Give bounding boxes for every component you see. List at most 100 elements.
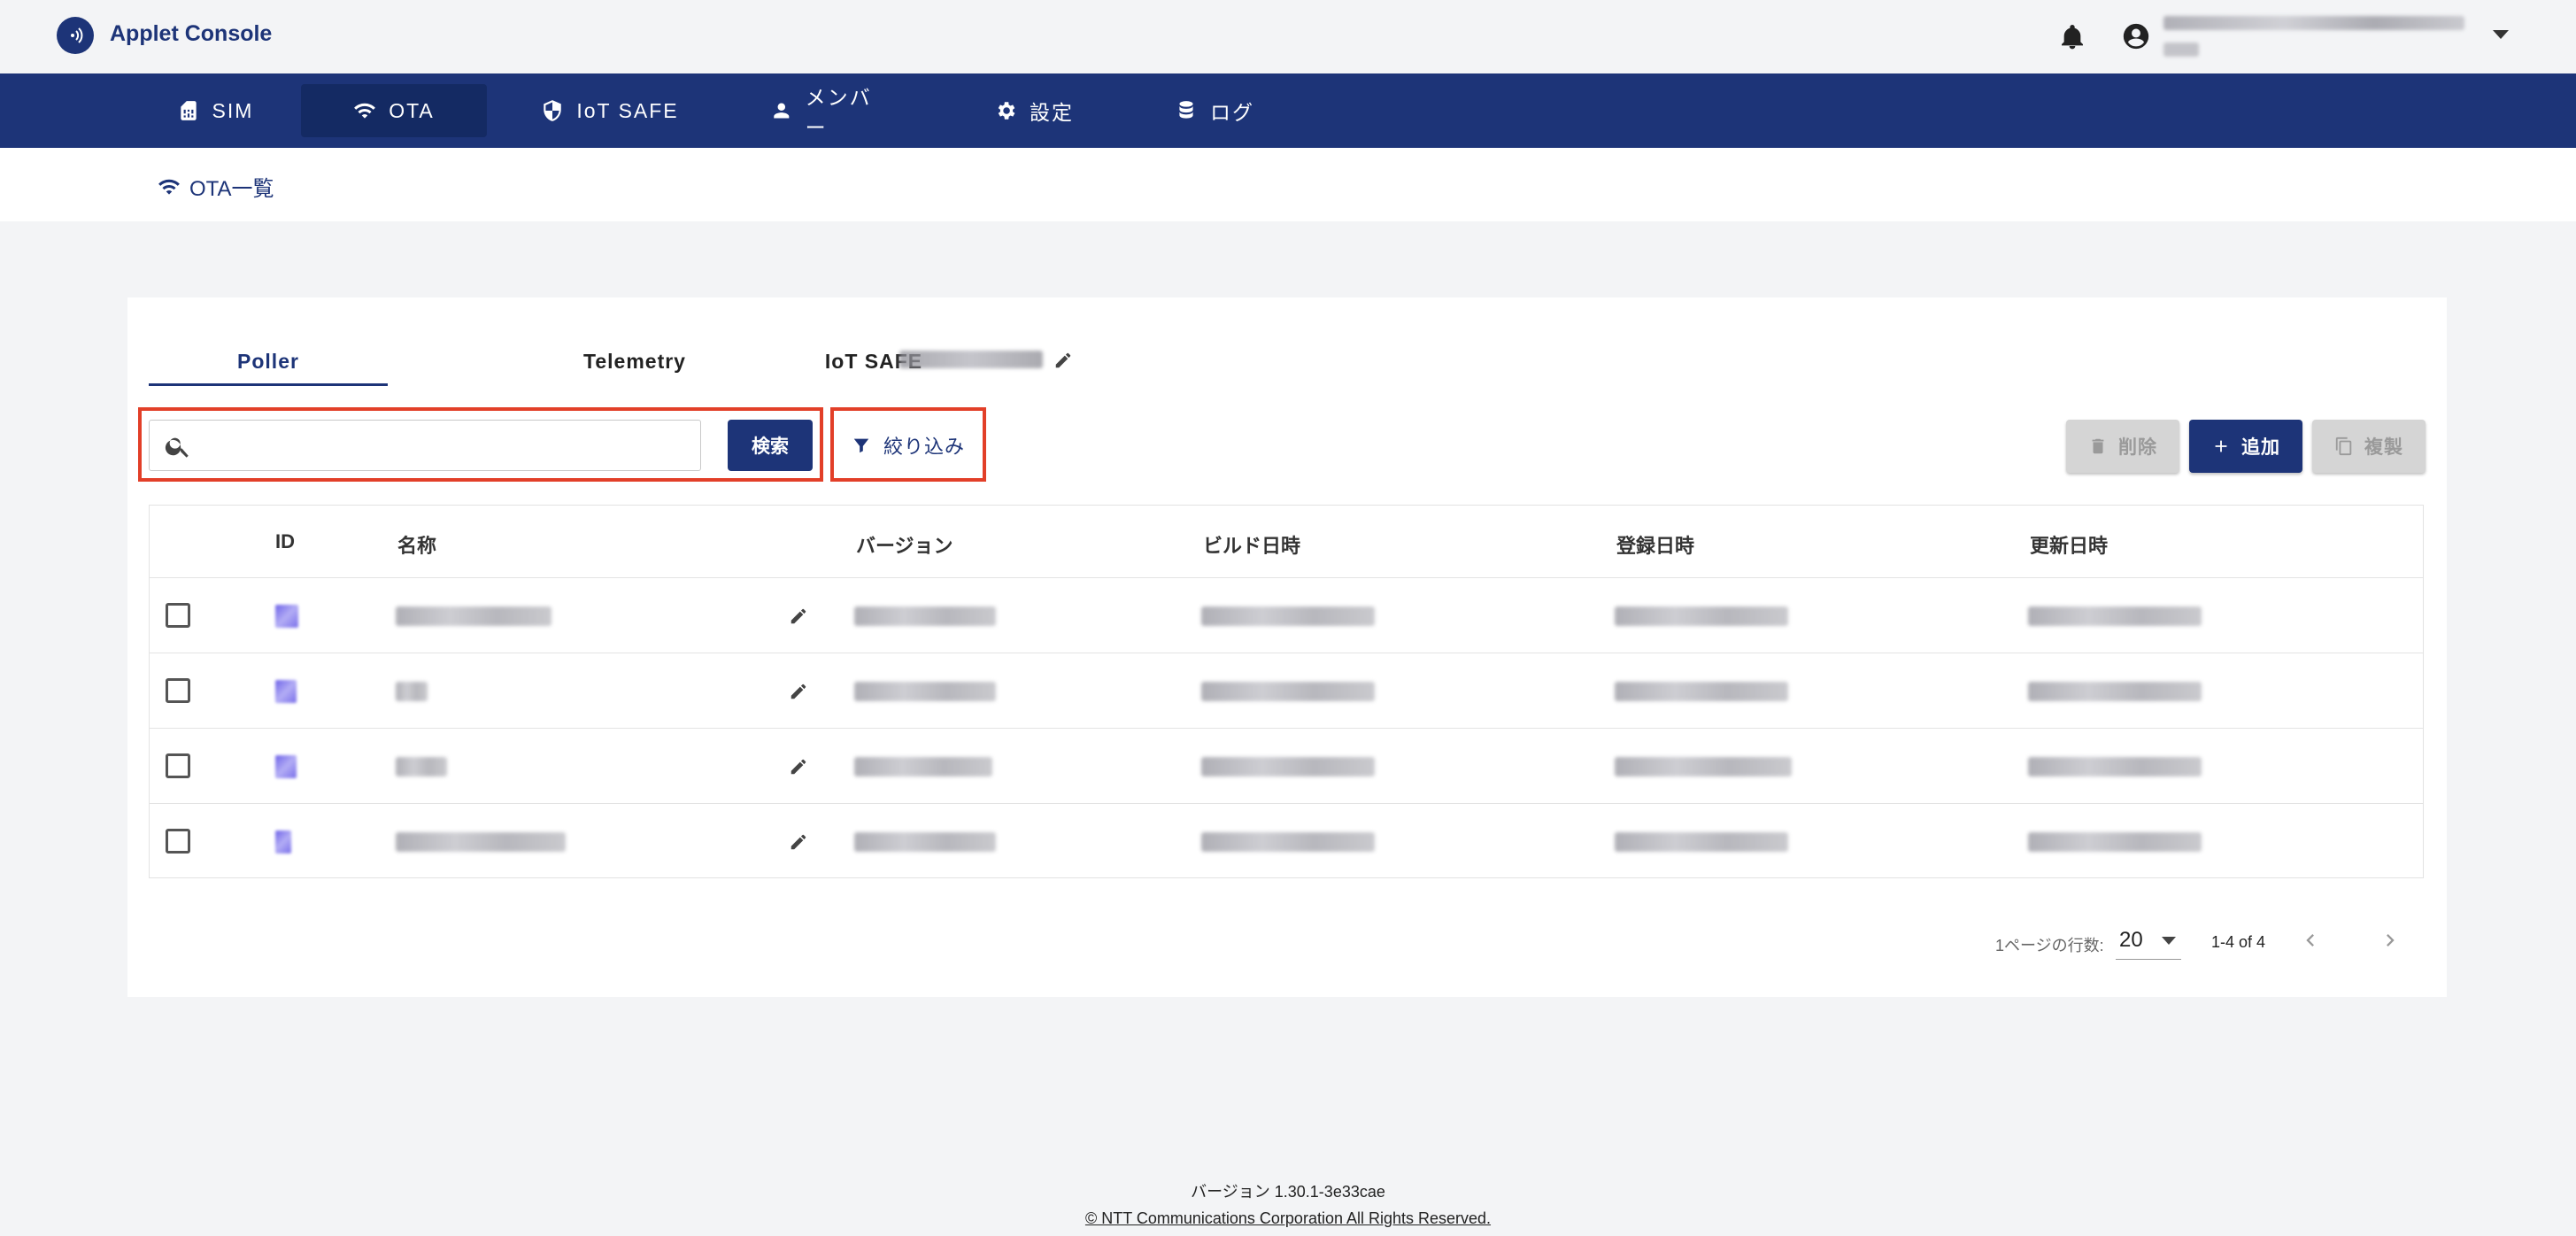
row-updated-date-redacted bbox=[2028, 606, 2202, 626]
row-checkbox[interactable] bbox=[166, 829, 190, 854]
nav-item-logs[interactable]: ログ bbox=[1170, 84, 1259, 137]
next-page-icon[interactable] bbox=[2378, 928, 2402, 953]
rows-per-page-select[interactable]: 20 bbox=[2116, 921, 2181, 960]
gear-icon bbox=[998, 102, 1015, 120]
row-checkbox[interactable] bbox=[166, 678, 190, 703]
row-version-redacted bbox=[854, 832, 996, 852]
search-button[interactable]: 検索 bbox=[728, 420, 813, 471]
table-row[interactable] bbox=[150, 729, 2423, 804]
row-updated-date-redacted bbox=[2028, 757, 2202, 776]
add-button[interactable]: 追加 bbox=[2189, 420, 2302, 473]
nav-item-ota[interactable]: OTA bbox=[301, 84, 487, 137]
search-icon bbox=[165, 437, 189, 458]
column-header-updated-date[interactable]: 更新日時 bbox=[2030, 530, 2108, 559]
copy-button-label: 複製 bbox=[2364, 437, 2403, 458]
column-header-registered-date[interactable]: 登録日時 bbox=[1616, 530, 1694, 559]
ota-table: ID 名称 バージョン ビルド日時 登録日時 更新日時 bbox=[149, 505, 2424, 878]
column-header-name[interactable]: 名称 bbox=[397, 530, 436, 559]
account-circle-icon[interactable] bbox=[2121, 21, 2151, 51]
user-name-redacted[interactable] bbox=[2163, 16, 2464, 30]
rows-per-page-value: 20 bbox=[2119, 928, 2143, 952]
nav-label-iot-safe: IoT SAFE bbox=[576, 98, 679, 122]
edit-pencil-icon[interactable] bbox=[789, 757, 808, 776]
filter-funnel-icon bbox=[853, 438, 869, 453]
row-registered-date-redacted bbox=[1615, 757, 1792, 776]
database-icon bbox=[1179, 101, 1193, 119]
row-id-redacted[interactable] bbox=[275, 680, 297, 703]
nav-label-settings: 設定 bbox=[1030, 101, 1074, 124]
row-checkbox[interactable] bbox=[166, 753, 190, 778]
active-tab-indicator bbox=[149, 383, 388, 386]
footer-copyright-link[interactable]: © NTT Communications Corporation All Rig… bbox=[0, 1209, 2576, 1228]
row-build-date-redacted bbox=[1201, 832, 1375, 852]
row-updated-date-redacted bbox=[2028, 832, 2202, 852]
add-button-label: 追加 bbox=[2241, 437, 2280, 458]
breadcrumb-bar: OTA一覧 bbox=[0, 148, 2576, 221]
column-header-id[interactable]: ID bbox=[275, 530, 295, 553]
previous-page-icon[interactable] bbox=[2298, 928, 2323, 953]
row-name-redacted bbox=[396, 832, 566, 852]
row-registered-date-redacted bbox=[1615, 832, 1788, 852]
table-row[interactable] bbox=[150, 653, 2423, 729]
notification-bell-icon[interactable] bbox=[2058, 21, 2086, 53]
main-nav: SIM OTA IoT SAFE メンバー 設定 ログ bbox=[0, 73, 2576, 148]
footer-version: バージョン 1.30.1-3e33cae bbox=[1191, 1183, 1385, 1201]
plus-icon bbox=[2215, 440, 2227, 452]
applet-logo-icon[interactable] bbox=[57, 17, 94, 54]
row-id-redacted[interactable] bbox=[275, 830, 291, 854]
breadcrumb[interactable]: OTA一覧 bbox=[158, 171, 274, 202]
row-checkbox[interactable] bbox=[166, 603, 190, 628]
row-name-redacted bbox=[396, 682, 428, 701]
filter-button-label: 絞り込み bbox=[883, 436, 965, 458]
row-id-redacted[interactable] bbox=[275, 605, 298, 628]
row-build-date-redacted bbox=[1201, 606, 1375, 626]
nav-label-ota: OTA bbox=[389, 98, 435, 122]
edit-pencil-icon[interactable] bbox=[789, 606, 808, 626]
tab-poller[interactable]: Poller bbox=[149, 340, 388, 382]
edit-pencil-icon[interactable] bbox=[1053, 351, 1073, 370]
search-input[interactable] bbox=[203, 426, 690, 465]
tab-custom-redacted[interactable] bbox=[899, 351, 1043, 368]
row-version-redacted bbox=[854, 757, 992, 776]
column-header-build-date[interactable]: ビルド日時 bbox=[1203, 530, 1300, 559]
shield-icon bbox=[544, 100, 562, 121]
account-menu-caret-icon[interactable] bbox=[2493, 30, 2509, 39]
trash-icon bbox=[2092, 438, 2104, 454]
row-name-redacted bbox=[396, 757, 447, 776]
edit-pencil-icon[interactable] bbox=[789, 832, 808, 852]
app-title[interactable]: Applet Console bbox=[110, 21, 272, 47]
table-header: ID 名称 バージョン ビルド日時 登録日時 更新日時 bbox=[150, 506, 2423, 578]
filter-button[interactable]: 絞り込み bbox=[841, 420, 976, 471]
search-field[interactable] bbox=[149, 420, 701, 471]
top-header: Applet Console bbox=[0, 0, 2576, 73]
row-registered-date-redacted bbox=[1615, 682, 1788, 701]
nav-label-sim: SIM bbox=[212, 98, 254, 122]
nav-item-members[interactable]: メンバー bbox=[770, 84, 892, 139]
row-updated-date-redacted bbox=[2028, 682, 2202, 701]
delete-button[interactable]: 削除 bbox=[2066, 420, 2179, 473]
tab-telemetry[interactable]: Telemetry bbox=[508, 340, 761, 382]
nav-item-settings[interactable]: 設定 bbox=[990, 84, 1078, 137]
nav-item-iot-safe[interactable]: IoT SAFE bbox=[536, 84, 683, 137]
nav-item-sim[interactable]: SIM bbox=[166, 84, 264, 137]
copy-icon bbox=[2335, 436, 2352, 456]
row-id-redacted[interactable] bbox=[275, 755, 297, 778]
nav-label-logs: ログ bbox=[1210, 101, 1254, 124]
table-row[interactable] bbox=[150, 804, 2423, 879]
copy-button[interactable]: 複製 bbox=[2312, 420, 2426, 473]
column-header-version[interactable]: バージョン bbox=[856, 530, 953, 559]
row-name-redacted bbox=[396, 606, 551, 626]
edit-pencil-icon[interactable] bbox=[789, 682, 808, 701]
wifi-icon bbox=[354, 103, 376, 119]
rows-per-page-label: 1ページの行数: bbox=[1995, 937, 2104, 954]
wifi-icon bbox=[158, 179, 180, 195]
table-row[interactable] bbox=[150, 578, 2423, 653]
nav-label-members: メンバー bbox=[805, 86, 872, 139]
row-build-date-redacted bbox=[1201, 682, 1375, 701]
person-icon bbox=[774, 103, 790, 119]
row-version-redacted bbox=[854, 682, 996, 701]
delete-button-label: 削除 bbox=[2118, 437, 2157, 458]
chevron-down-icon bbox=[2162, 937, 2176, 945]
sim-card-icon bbox=[180, 101, 197, 120]
breadcrumb-label: OTA一覧 bbox=[189, 177, 274, 201]
